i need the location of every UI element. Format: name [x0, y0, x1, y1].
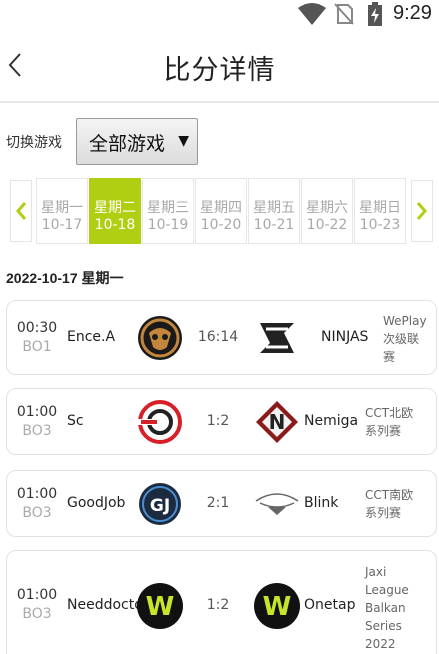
match-card[interactable]: 00:30 BO1 Ence.A 16:14 NINJAS WePlay 次级联…	[6, 300, 437, 375]
home-team-name: Sc	[67, 413, 84, 429]
match-score: 1:2	[206, 413, 230, 429]
day-tab[interactable]: 星期三 10-19	[142, 178, 194, 244]
home-team-name: Needdocto	[67, 597, 143, 613]
day-tab-weekday: 星期三	[147, 200, 189, 216]
match-time: 00:30	[16, 320, 58, 336]
match-score: 16:14	[197, 329, 239, 345]
day-tab-date: 10-19	[147, 217, 189, 233]
league-name: CCT南欧 系列赛	[365, 488, 414, 520]
nav-bar: 比分详情	[0, 28, 439, 103]
match-format: BO3	[22, 423, 52, 439]
league-name: CCT北欧 系列赛	[365, 406, 414, 438]
filter-label: 切换游戏	[6, 135, 62, 151]
prev-week-button[interactable]	[10, 180, 32, 242]
nemiga-logo-icon: N	[256, 401, 298, 443]
no-sim-icon	[334, 3, 354, 25]
match-score: 2:1	[206, 495, 230, 511]
game-filter: 切换游戏 全部游戏 ▼	[0, 118, 439, 166]
day-tab-date: 10-23	[359, 217, 401, 233]
chevron-right-icon	[416, 202, 427, 220]
svg-text:N: N	[269, 410, 286, 434]
match-format: BO3	[22, 505, 52, 521]
home-team-name: Ence.A	[67, 329, 116, 345]
day-tab[interactable]: 星期二 10-18	[89, 178, 141, 244]
day-tab-weekday: 星期四	[200, 200, 242, 216]
week-selector: 星期一 10-17 星期二 10-18 星期三 10-19 星期四 10-20 星期五 10-21…	[0, 178, 439, 244]
page-title: 比分详情	[163, 55, 276, 86]
away-team-name: Nemiga	[304, 413, 359, 429]
game-select[interactable]: 全部游戏 ▼	[76, 118, 198, 165]
day-tab-weekday: 星期二	[94, 200, 136, 216]
away-team-name: NINJAS	[321, 329, 369, 345]
match-format: BO3	[22, 606, 52, 622]
day-tab[interactable]: 星期五 10-21	[248, 178, 300, 244]
date-heading: 2022-10-17 星期一	[6, 270, 124, 286]
league-name: WePlay 次级联 赛	[383, 314, 427, 364]
game-select-value: 全部游戏	[89, 133, 166, 155]
home-team-name: GoodJob	[67, 495, 126, 511]
next-week-button[interactable]	[411, 180, 433, 242]
day-tab-date: 10-20	[200, 217, 242, 233]
chevron-left-icon	[16, 202, 27, 220]
w-logo-icon: W	[137, 583, 183, 629]
day-tab[interactable]: 星期六 10-22	[301, 178, 353, 244]
league-name: Jaxi League Balkan Series 2022	[365, 565, 409, 651]
ninjas-logo-icon	[260, 323, 294, 353]
match-time: 01:00	[16, 404, 58, 420]
sc-logo-icon	[137, 400, 182, 444]
match-card[interactable]: 01:00 BO3 Needdocto W 1:2 W Onetap Jaxi …	[6, 550, 437, 654]
blink-logo-icon	[255, 493, 299, 515]
dropdown-arrow-icon: ▼	[178, 133, 189, 149]
day-tab[interactable]: 星期四 10-20	[195, 178, 247, 244]
match-format: BO1	[22, 339, 52, 355]
away-team-name: Onetap	[304, 597, 356, 613]
wifi-icon	[298, 3, 326, 25]
svg-text:GJ: GJ	[150, 496, 170, 516]
day-tab[interactable]: 星期一 10-17	[36, 178, 88, 244]
status-bar: 9:29	[0, 0, 439, 28]
day-tab-weekday: 星期五	[253, 200, 295, 216]
status-time: 9:29	[393, 2, 432, 24]
day-tab-weekday: 星期日	[359, 200, 401, 216]
w-logo-icon: W	[254, 583, 300, 629]
match-score: 1:2	[206, 597, 230, 613]
ence-logo-icon	[138, 316, 182, 360]
day-tab[interactable]: 星期日 10-23	[354, 178, 406, 244]
svg-text:W: W	[146, 592, 175, 622]
day-tab-date: 10-22	[306, 217, 348, 233]
battery-charging-icon	[368, 2, 382, 26]
day-tab-weekday: 星期六	[306, 200, 348, 216]
day-tab-date: 10-21	[253, 217, 295, 233]
match-time: 01:00	[16, 587, 58, 603]
day-tab-weekday: 星期一	[41, 200, 83, 216]
goodjob-logo-icon: GJ	[139, 483, 181, 525]
match-card[interactable]: 01:00 BO3 GoodJob GJ 2:1 Blink CCT南欧 系列赛	[6, 470, 437, 537]
match-card[interactable]: 01:00 BO3 Sc 1:2 N Nemiga CCT北欧 系列赛	[6, 388, 437, 455]
day-tab-date: 10-17	[41, 217, 83, 233]
match-time: 01:00	[16, 486, 58, 502]
away-team-name: Blink	[304, 495, 339, 511]
svg-text:W: W	[263, 592, 292, 622]
day-tab-date: 10-18	[94, 217, 136, 233]
